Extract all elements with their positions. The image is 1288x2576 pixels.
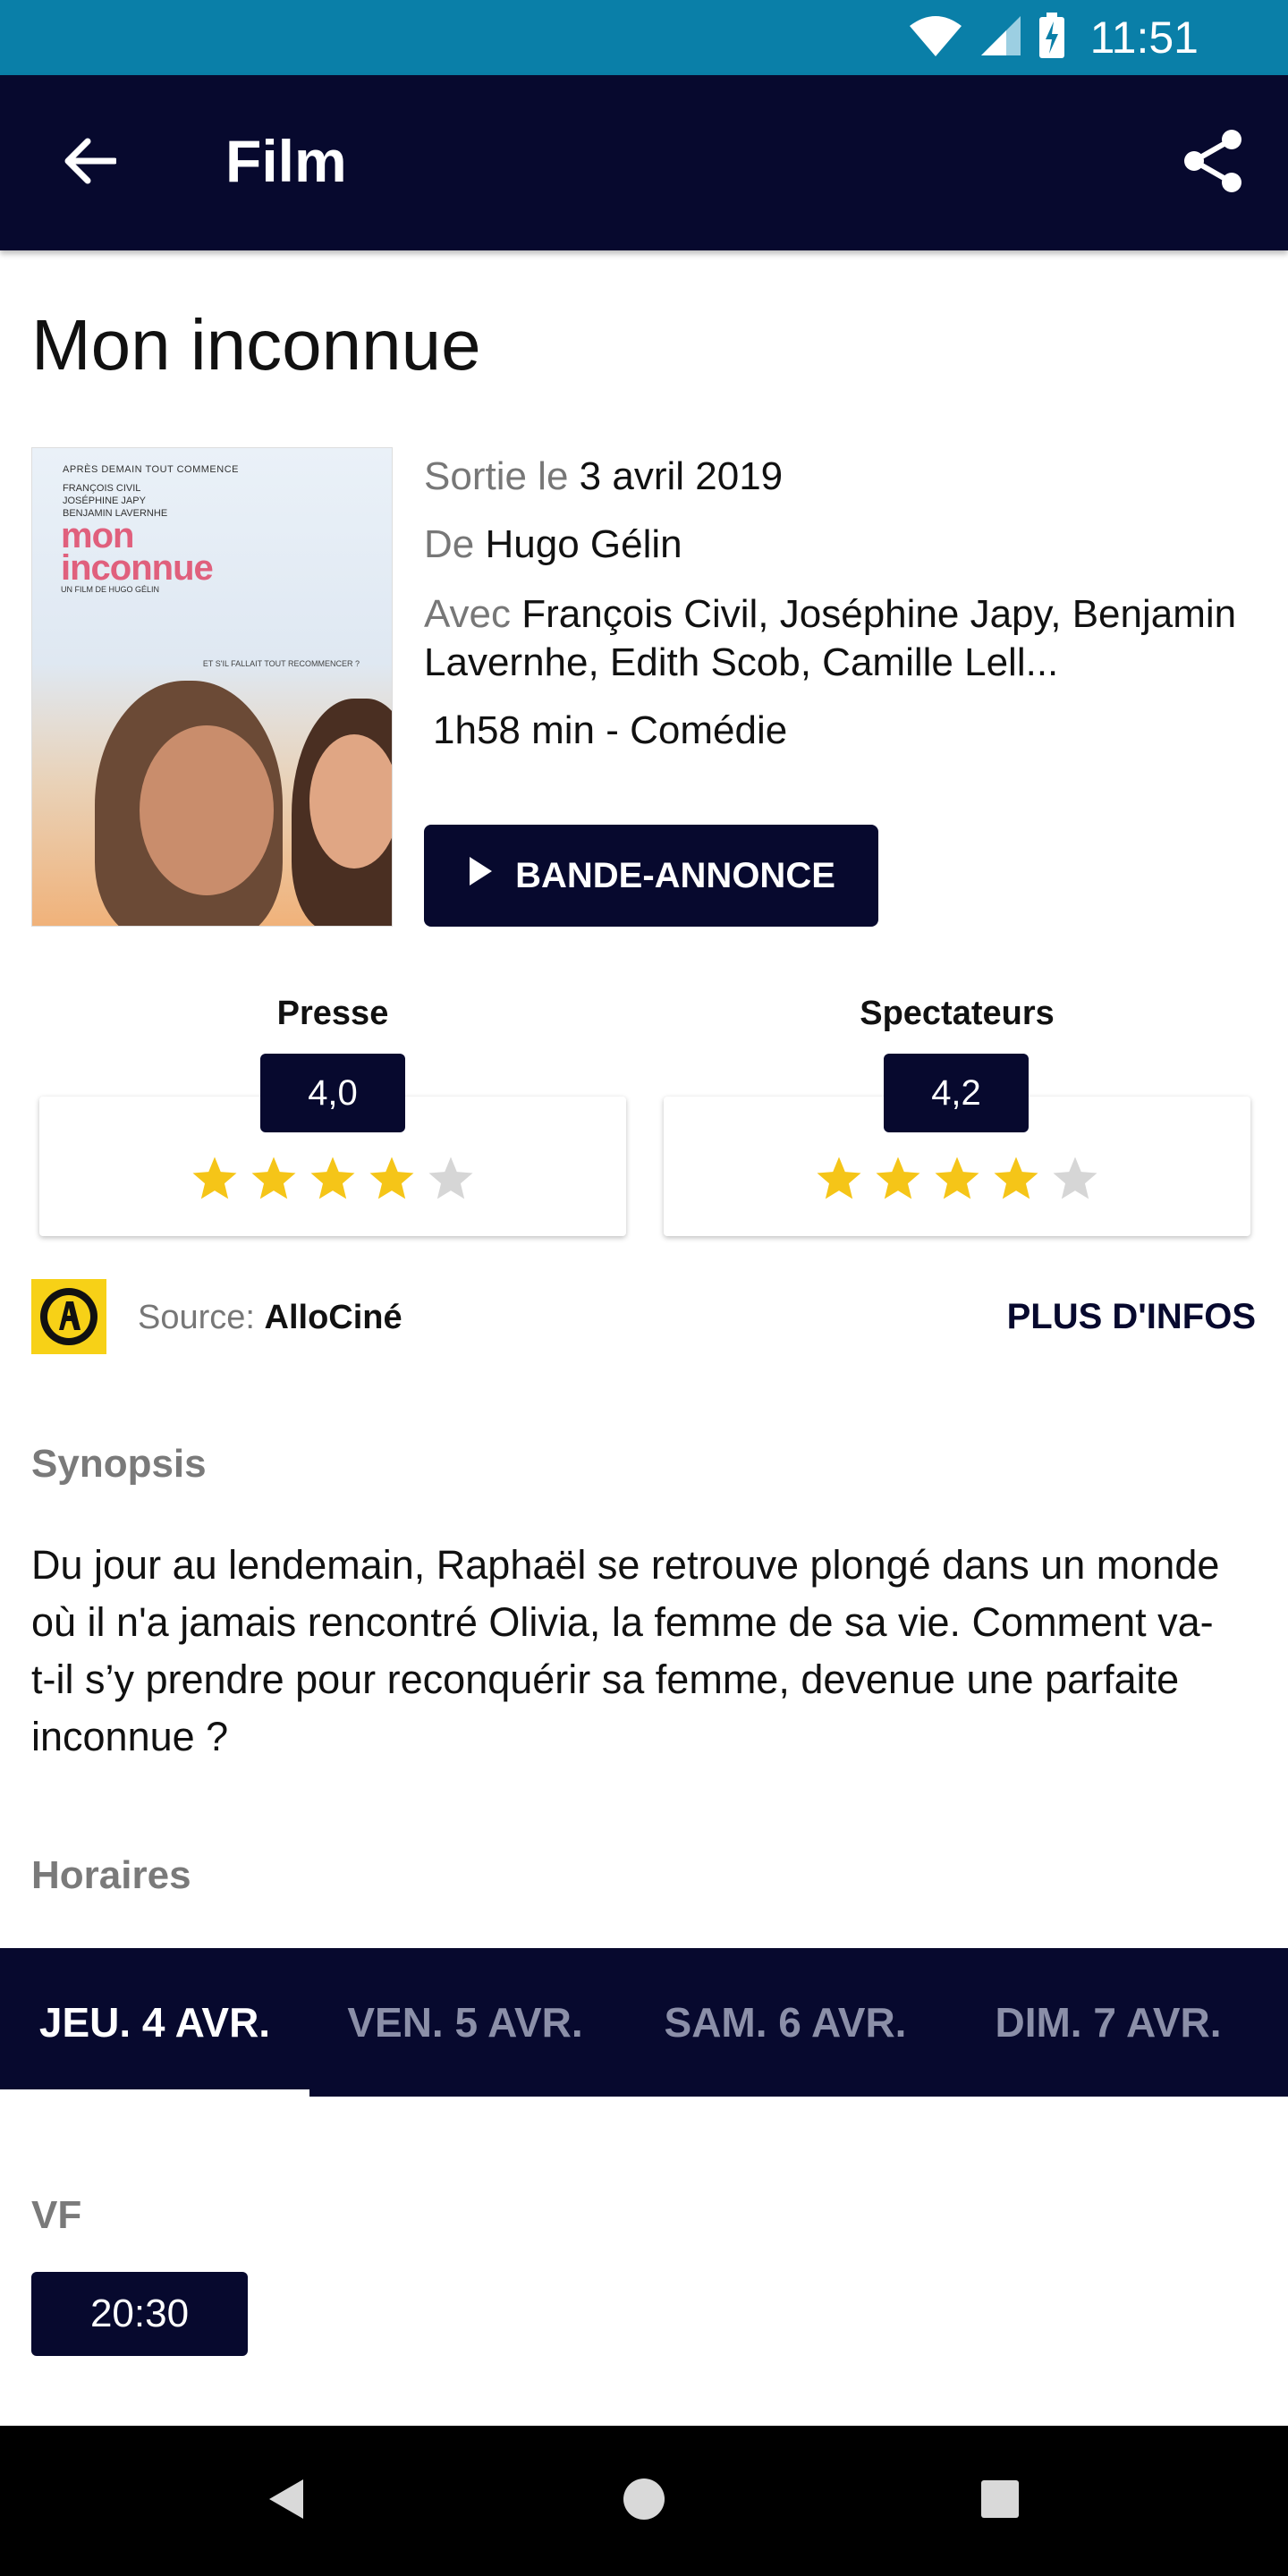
star-filled-icon	[310, 1157, 355, 1199]
play-icon	[467, 855, 494, 896]
source-attribution: Source: AlloCiné	[138, 1299, 402, 1337]
poster-cast-line: FRANÇOIS CIVIL	[63, 483, 141, 494]
nav-back-button[interactable]	[242, 2456, 331, 2546]
tab-date-1[interactable]: JEU. 4 AVR.	[0, 1948, 309, 2097]
poster-figure	[309, 734, 392, 869]
schedule-heading: Horaires	[31, 1853, 191, 1897]
allocine-logo-icon	[31, 1279, 106, 1354]
star-filled-icon	[994, 1157, 1038, 1199]
source-name: AlloCiné	[264, 1299, 402, 1336]
poster-top-line: APRÈS DEMAIN TOUT COMMENCE	[63, 464, 239, 475]
synopsis-heading: Synopsis	[31, 1442, 207, 1486]
director-info: De Hugo Gélin	[424, 522, 682, 567]
more-info-link[interactable]: PLUS D'INFOS	[1007, 1297, 1256, 1337]
release-label: Sortie le	[424, 454, 569, 498]
star-filled-icon	[817, 1157, 861, 1199]
star-filled-icon	[251, 1157, 296, 1199]
cast-label: Avec	[424, 592, 512, 636]
film-poster[interactable]: APRÈS DEMAIN TOUT COMMENCE FRANÇOIS CIVI…	[31, 447, 393, 927]
status-icons: 11:51	[908, 9, 1199, 66]
source-prefix: Source:	[138, 1299, 255, 1336]
star-filled-icon	[369, 1157, 414, 1199]
press-rating-label: Presse	[276, 995, 389, 1032]
audience-stars	[664, 1154, 1250, 1204]
nav-recents-button[interactable]	[955, 2456, 1045, 2546]
audience-rating-score: 4,2	[884, 1054, 1029, 1132]
circle-home-icon	[622, 2477, 666, 2526]
star-filled-icon	[935, 1157, 979, 1199]
back-button[interactable]	[47, 120, 132, 206]
cast-list: François Civil, Joséphine Japy, Benjamin…	[424, 592, 1237, 684]
page-title: Film	[225, 128, 347, 194]
star-empty-icon	[1053, 1157, 1097, 1199]
share-icon	[1182, 129, 1244, 198]
status-time: 11:51	[1089, 13, 1199, 63]
star-filled-icon	[192, 1157, 237, 1199]
duration-genre: 1h58 min - Comédie	[433, 708, 788, 752]
square-recents-icon	[979, 2479, 1021, 2524]
poster-figure	[140, 725, 274, 895]
synopsis-text: Du jour au lendemain, Raphaël se retrouv…	[31, 1542, 1220, 1759]
poster-tagline: ET S'IL FALLAIT TOUT RECOMMENCER ?	[202, 659, 360, 668]
poster-cast: FRANÇOIS CIVIL JOSÉPHINE JAPY BENJAMIN L…	[63, 482, 167, 520]
status-bar: 11:51	[0, 0, 1288, 75]
showtime-button[interactable]: 20:30	[31, 2272, 248, 2356]
triangle-back-icon	[266, 2477, 307, 2526]
poster-logo: mon inconnue UN FILM DE HUGO GÉLIN	[61, 516, 214, 595]
poster-cast-line: JOSÉPHINE JAPY	[63, 496, 146, 506]
app-bar: Film	[0, 75, 1288, 250]
poster-logo-line: inconnue	[61, 548, 214, 588]
arrow-left-icon	[63, 138, 118, 189]
wifi-icon	[908, 13, 963, 63]
tab-date-3[interactable]: SAM. 6 AVR.	[621, 1948, 950, 2097]
release-info: Sortie le 3 avril 2019	[424, 454, 783, 499]
trailer-button[interactable]: BANDE-ANNONCE	[424, 825, 878, 927]
poster-logo-line: mon	[61, 516, 134, 555]
tab-date-4[interactable]: DIM. 7 AVR.	[950, 1948, 1267, 2097]
press-stars	[39, 1154, 626, 1204]
director-label: De	[424, 522, 475, 566]
trailer-label: BANDE-ANNONCE	[515, 855, 835, 895]
director-name: Hugo Gélin	[485, 522, 682, 566]
film-title: Mon inconnue	[31, 305, 481, 385]
release-date: 3 avril 2019	[579, 454, 784, 498]
star-filled-icon	[876, 1157, 920, 1199]
share-button[interactable]	[1168, 118, 1258, 208]
press-rating-score: 4,0	[260, 1054, 405, 1132]
cast-info: Avec François Civil, Joséphine Japy, Ben…	[424, 590, 1256, 687]
star-empty-icon	[428, 1157, 473, 1199]
signal-icon	[979, 14, 1022, 62]
tab-date-2[interactable]: VEN. 5 AVR.	[309, 1948, 621, 2097]
battery-charging-icon	[1038, 12, 1065, 64]
date-tabs: JEU. 4 AVR. VEN. 5 AVR. SAM. 6 AVR. DIM.…	[0, 1948, 1288, 2097]
version-label: VF	[31, 2193, 82, 2237]
nav-home-button[interactable]	[599, 2456, 689, 2546]
system-nav-bar	[0, 2426, 1288, 2576]
audience-rating-label: Spectateurs	[860, 995, 1055, 1032]
